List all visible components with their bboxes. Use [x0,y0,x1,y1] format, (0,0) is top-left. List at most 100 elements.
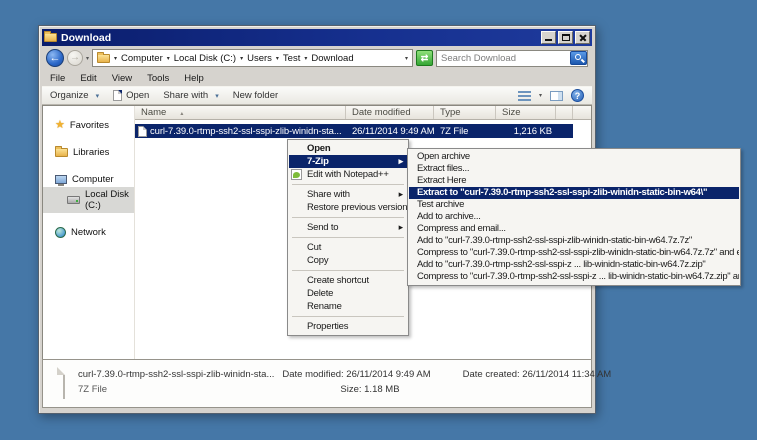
new-folder-button[interactable]: New folder [233,90,278,101]
chevron-icon[interactable]: ▾ [240,55,243,62]
chevron-icon[interactable]: ▾ [276,55,279,62]
toolbar-right-icons: ▾ ? [518,89,584,102]
share-with-button[interactable]: Share with [163,90,218,101]
maximize-icon [562,34,570,41]
menu-file[interactable]: File [50,73,65,84]
menu-view[interactable]: View [112,73,132,84]
submenu-item-compress-and-email[interactable]: Compress and email... [409,223,739,235]
context-menu-item-delete[interactable]: Delete [289,287,407,300]
organize-button[interactable]: Organize [50,90,99,101]
nav-history-chevron-icon[interactable]: ▾ [86,55,89,62]
submenu-item-open-archive[interactable]: Open archive [409,151,739,163]
menu-tools[interactable]: Tools [147,73,169,84]
context-menu-item-share-with[interactable]: Share with [289,188,407,201]
submenu-item-test-archive[interactable]: Test archive [409,199,739,211]
drive-icon [67,196,80,204]
window-controls [541,31,590,44]
breadcrumb[interactable]: ▾ Computer ▾ Local Disk (C:) ▾ Users ▾ T… [92,49,413,67]
details-file-icon [63,367,65,399]
column-header-date-modified[interactable]: Date modified [346,106,434,119]
breadcrumb-item-users[interactable]: Users [247,53,272,64]
file-type: 7Z File [434,126,496,137]
7zip-submenu: Open archive Extract files... Extract He… [407,148,741,286]
context-menu-item-rename[interactable]: Rename [289,300,407,313]
details-file-name: curl-7.39.0-rtmp-ssh2-ssl-sspi-zlib-wini… [78,367,274,382]
preview-pane-icon[interactable] [550,91,563,101]
views-dropdown-icon[interactable]: ▾ [539,92,542,99]
sidebar-item-computer[interactable]: Computer [43,172,134,187]
file-name: curl-7.39.0-rtmp-ssh2-ssl-sspi-zlib-wini… [150,126,341,137]
search-input[interactable] [436,50,588,67]
chevron-icon[interactable]: ▾ [304,55,307,62]
context-menu-item-restore-previous-versions[interactable]: Restore previous versions [289,201,407,214]
back-button[interactable]: ← [46,49,64,67]
sidebar-item-libraries[interactable]: Libraries [43,145,134,160]
breadcrumb-item-local-disk[interactable]: Local Disk (C:) [174,53,236,64]
submenu-item-add-to-7z[interactable]: Add to "curl-7.39.0-rtmp-ssh2-ssl-sspi-z… [409,235,739,247]
context-menu-item-create-shortcut[interactable]: Create shortcut [289,274,407,287]
breadcrumb-item-test[interactable]: Test [283,53,300,64]
menu-bar: File Edit View Tools Help [42,70,592,86]
address-dropdown-icon[interactable]: ▾ [405,55,408,62]
sidebar-item-local-disk-c[interactable]: Local Disk (C:) [43,187,134,213]
details-file-type: 7Z File [78,382,274,397]
sidebar-item-network[interactable]: Network [43,225,134,240]
menu-separator [292,237,404,238]
menu-separator [292,316,404,317]
submenu-item-extract-files[interactable]: Extract files... [409,163,739,175]
titlebar[interactable]: Download [42,29,592,46]
details-size: Size: 1.18 MB [282,382,430,397]
favorites-star-icon: ★ [55,121,65,130]
file-row-selected[interactable]: curl-7.39.0-rtmp-ssh2-ssl-sspi-zlib-wini… [135,124,573,138]
submenu-item-compress-to-7z-and-email[interactable]: Compress to "curl-7.39.0-rtmp-ssh2-ssl-s… [409,247,739,259]
context-menu-item-open[interactable]: Open [289,142,407,155]
chevron-icon[interactable]: ▾ [114,55,117,62]
details-date-created: Date created: 26/11/2014 11:34 AM [463,367,612,382]
submenu-item-add-to-zip[interactable]: Add to "curl-7.39.0-rtmp-ssh2-ssl-sspi-z… [409,259,739,271]
menu-edit[interactable]: Edit [80,73,96,84]
maximize-button[interactable] [558,31,573,44]
open-button[interactable]: Open [113,90,149,101]
minimize-button[interactable] [541,31,556,44]
context-menu-item-send-to[interactable]: Send to [289,221,407,234]
context-menu-item-copy[interactable]: Copy [289,254,407,267]
context-menu: Open 7-Zip Edit with Notepad++ Share wit… [287,139,409,336]
submenu-item-add-to-archive[interactable]: Add to archive... [409,211,739,223]
search-box [436,50,588,67]
breadcrumb-folder-icon [97,54,110,63]
file-icon [138,126,147,137]
context-menu-item-cut[interactable]: Cut [289,241,407,254]
forward-button[interactable]: → [67,50,83,66]
help-icon[interactable]: ? [571,89,584,102]
submenu-item-extract-here[interactable]: Extract Here [409,175,739,187]
command-toolbar: Organize Open Share with New folder ▾ ? [42,86,592,105]
notepadpp-icon [291,169,302,180]
menu-help[interactable]: Help [184,73,204,84]
refresh-button[interactable]: ⇄ [416,50,433,66]
navigation-pane: ★ Favorites Libraries Computer Local Dis… [43,106,135,359]
breadcrumb-item-computer[interactable]: Computer [121,53,163,64]
breadcrumb-item-download[interactable]: Download [311,53,353,64]
open-file-icon [113,90,122,101]
chevron-icon[interactable]: ▾ [167,55,170,62]
menu-separator [292,184,404,185]
change-view-icon[interactable] [518,91,531,101]
search-icon [575,54,581,60]
menu-separator [292,217,404,218]
minimize-icon [545,39,552,41]
search-button[interactable] [570,51,587,65]
submenu-item-extract-to[interactable]: Extract to "curl-7.39.0-rtmp-ssh2-ssl-ss… [409,187,739,199]
libraries-icon [55,148,68,157]
context-menu-item-edit-with-notepadpp[interactable]: Edit with Notepad++ [289,168,407,181]
context-menu-item-7zip[interactable]: 7-Zip [289,155,407,168]
context-menu-item-properties[interactable]: Properties [289,320,407,333]
computer-icon [55,175,67,184]
close-button[interactable] [575,31,590,44]
sort-ascending-icon: ▴ [180,111,183,117]
submenu-item-compress-to-zip-and-email[interactable]: Compress to "curl-7.39.0-rtmp-ssh2-ssl-s… [409,271,739,283]
menu-separator [292,270,404,271]
column-header-type[interactable]: Type [434,106,496,119]
column-header-size[interactable]: Size [496,106,556,119]
sidebar-item-favorites[interactable]: ★ Favorites [43,118,134,133]
column-header-name[interactable]: Name▴ [135,106,346,119]
